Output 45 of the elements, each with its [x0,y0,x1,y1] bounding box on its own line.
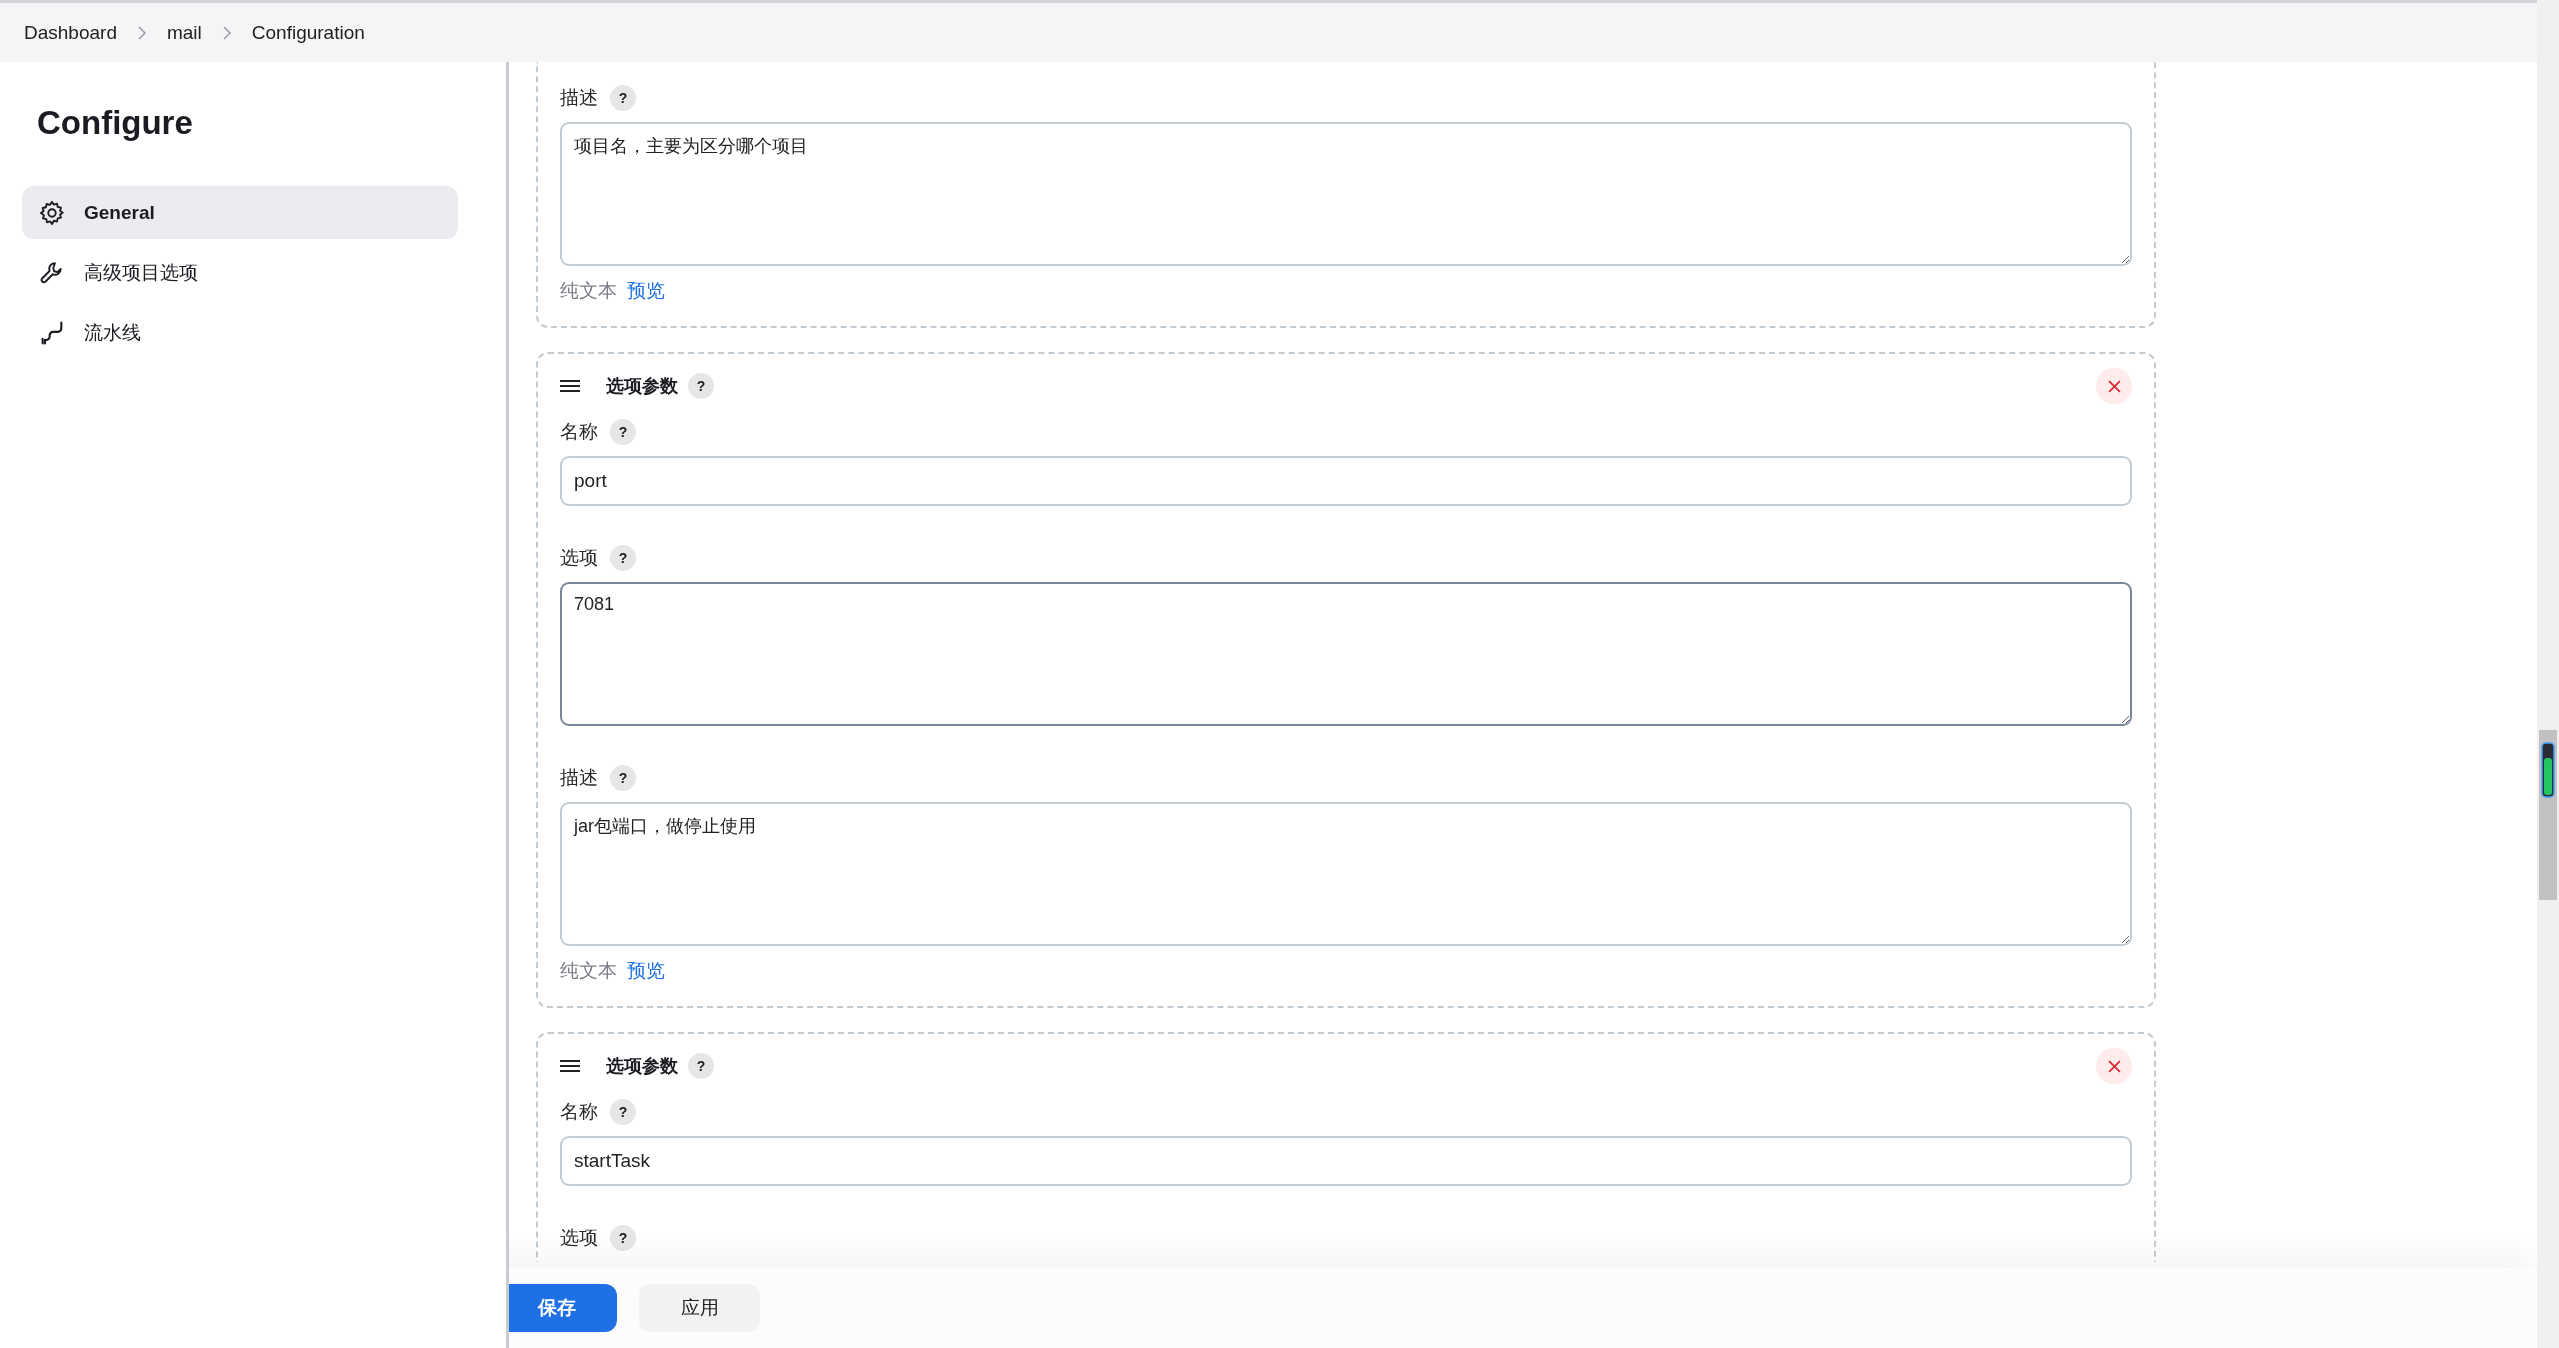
help-button[interactable]: ? [688,373,714,399]
save-button[interactable]: 保存 [509,1284,617,1332]
breadcrumb-link[interactable]: Dashboard [24,21,117,44]
gauge-icon [2541,742,2555,798]
drag-handle-icon[interactable] [560,380,580,392]
text-area[interactable]: 项目名，主要为区分哪个项目 [560,122,2132,266]
breadcrumb-link[interactable]: Configuration [251,21,365,44]
preview-link[interactable]: 预览 [627,278,665,304]
help-button[interactable]: ? [610,1225,636,1251]
plain-text-label: 纯文本 [560,279,617,303]
chevron-right-icon [221,24,232,41]
field-label: 描述 [560,766,598,790]
text-area[interactable]: 7081 [560,582,2132,726]
scrollbar[interactable] [2537,0,2559,1348]
text-area[interactable]: jar包端口，做停止使用 [560,802,2132,946]
help-button[interactable]: ? [610,1099,636,1125]
field-label: 名称 [560,1100,598,1124]
page-title: Configure [37,104,194,142]
plain-text-label: 纯文本 [560,959,617,983]
apply-button[interactable]: 应用 [639,1284,760,1332]
breadcrumb-link[interactable]: mail [166,21,202,44]
input-field[interactable]: startTask [560,1136,2132,1186]
input-field[interactable]: port [560,456,2132,506]
close-icon [2107,379,2121,393]
close-button[interactable] [2096,1048,2132,1084]
sidebar-item[interactable]: 流水线 [22,306,458,359]
field-label: 选项 [560,1226,598,1250]
sidebar-item[interactable]: General [22,186,458,239]
help-button[interactable]: ? [610,85,636,111]
help-button[interactable]: ? [610,545,636,571]
help-button[interactable]: ? [688,1053,714,1079]
card-title: 选项参数 [606,375,678,398]
field-label: 名称 [560,420,598,444]
help-button[interactable]: ? [610,765,636,791]
drag-handle-icon[interactable] [560,1060,580,1072]
help-button[interactable]: ? [610,419,636,445]
gear-icon [38,198,66,227]
field-label: 描述 [560,86,598,110]
preview-link[interactable]: 预览 [627,958,665,984]
sidebar-item[interactable]: 高级项目选项 [22,246,458,299]
card-title: 选项参数 [606,1055,678,1078]
close-icon [2107,1059,2121,1073]
close-button[interactable] [2096,368,2132,404]
field-label: 选项 [560,546,598,570]
chevron-right-icon [136,24,147,41]
